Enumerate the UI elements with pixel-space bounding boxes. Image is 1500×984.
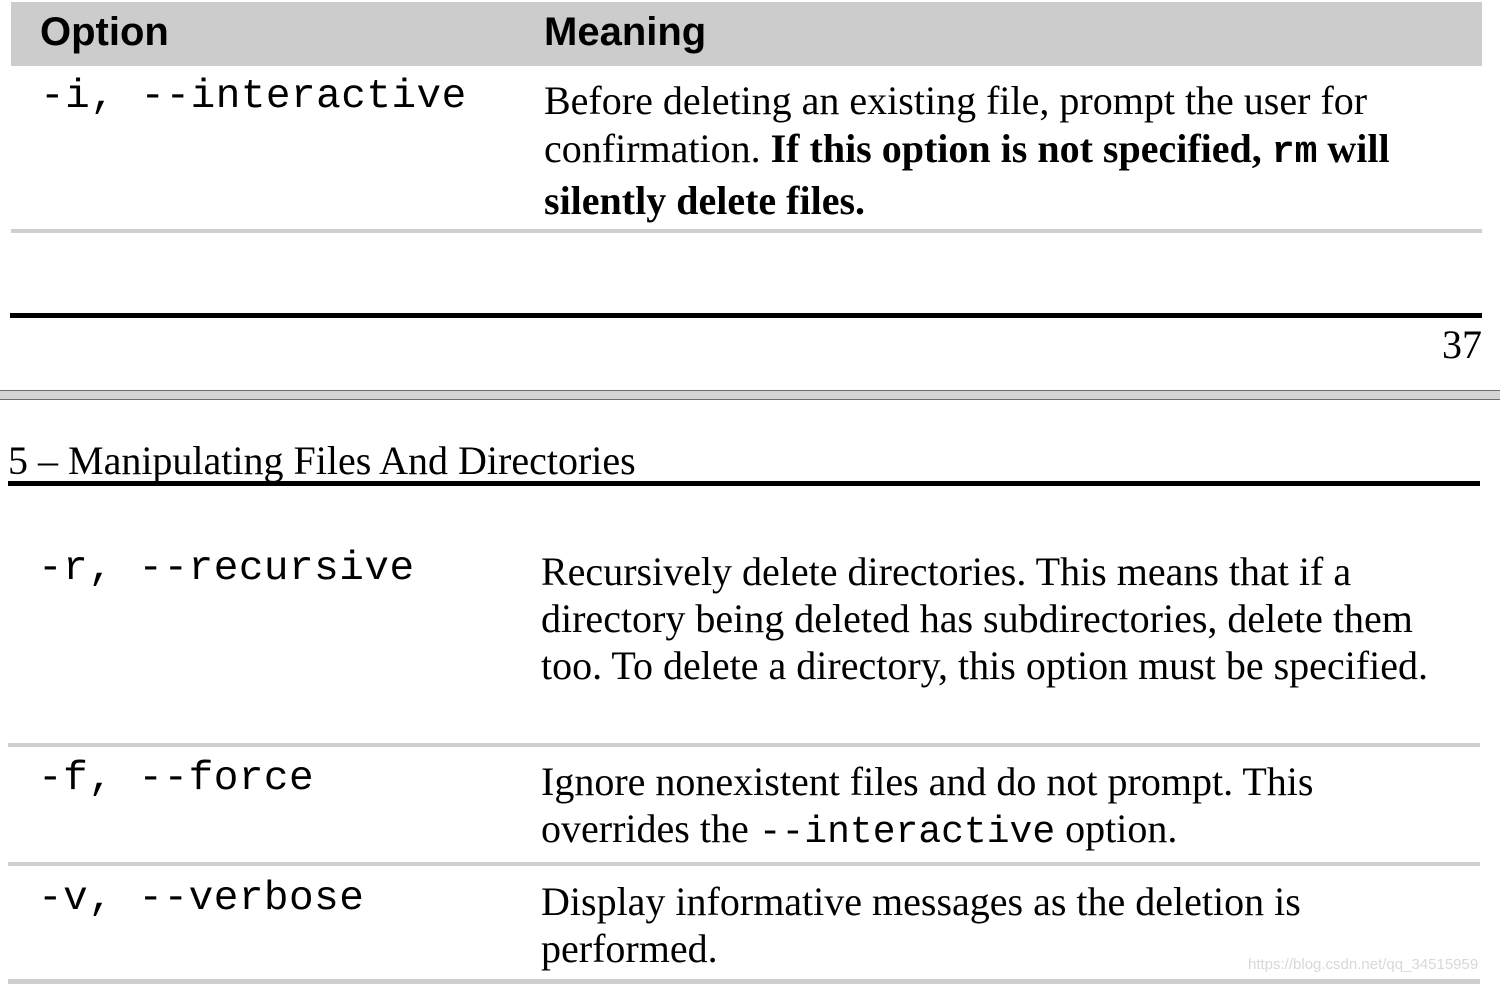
inline-code-interactive: --interactive [758, 811, 1056, 854]
option-verbose: -v, --verbose [38, 876, 365, 922]
chapter-header: 5 – Manipulating Files And Directories [8, 438, 636, 483]
row-divider [11, 229, 1482, 233]
meaning-force: Ignore nonexistent files and do not prom… [541, 758, 1461, 856]
footer-rule [10, 313, 1482, 318]
option-interactive: -i, --interactive [40, 74, 467, 120]
option-force: -f, --force [38, 756, 315, 802]
page-separator [0, 390, 1500, 400]
page-number: 37 [1442, 322, 1482, 367]
meaning-recursive: Recursively delete directories. This mea… [541, 549, 1428, 688]
meaning-interactive: Before deleting an existing file, prompt… [544, 77, 1444, 225]
inline-code-rm: rm [1271, 131, 1318, 174]
option-recursive: -r, --recursive [38, 546, 415, 592]
meaning-force-text-2: option. [1055, 806, 1178, 851]
row-divider [8, 862, 1480, 866]
meaning-bold-text: If this option is not specified, [770, 126, 1272, 171]
row-divider [8, 743, 1480, 747]
watermark: https://blog.csdn.net/qq_34515959 [1248, 956, 1479, 973]
table-header-band [11, 2, 1482, 66]
row-divider [8, 979, 1480, 984]
header-rule [8, 481, 1480, 486]
column-header-option: Option [40, 10, 169, 54]
column-header-meaning: Meaning [544, 10, 707, 54]
